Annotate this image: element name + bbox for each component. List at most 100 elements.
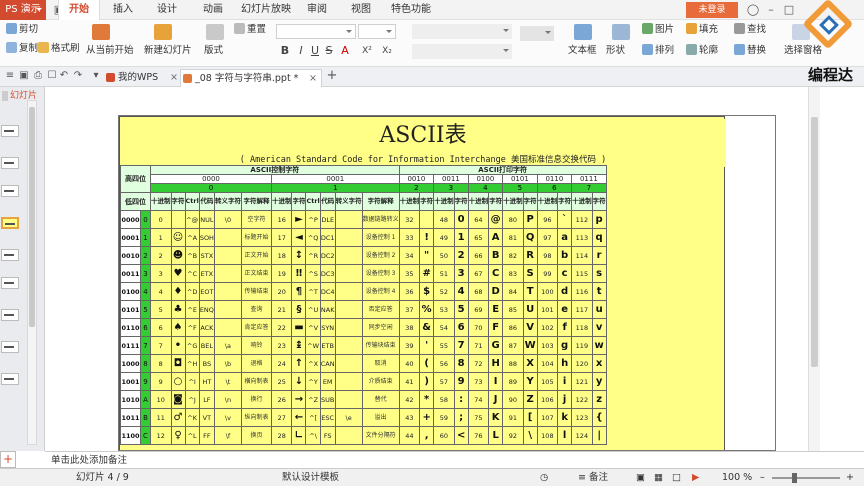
- replace-button[interactable]: 替换: [734, 44, 766, 58]
- value-cell: STX: [198, 246, 215, 265]
- textbox-button[interactable]: 文本框: [568, 44, 597, 58]
- scrollbar-thumb[interactable]: [811, 117, 818, 367]
- tab-document[interactable]: _08 字符与字符串.ppt * ×: [180, 69, 322, 87]
- slide-thumbnail-1[interactable]: [1, 125, 19, 137]
- bold-button[interactable]: B: [278, 44, 292, 58]
- zoom-slider[interactable]: [772, 477, 840, 479]
- layout-button[interactable]: 版式: [204, 44, 223, 58]
- high-bits-header: 0100: [467, 174, 504, 184]
- zoom-slider-knob[interactable]: [792, 473, 797, 483]
- preview-icon[interactable]: ☐: [46, 70, 58, 82]
- superscript-button[interactable]: X²: [358, 44, 376, 58]
- reset-button[interactable]: 重置: [234, 23, 266, 37]
- textbox-icon[interactable]: [574, 24, 592, 40]
- maximize-icon[interactable]: □: [782, 3, 796, 17]
- tab-slideshow[interactable]: 幻灯片放映: [236, 0, 296, 20]
- new-slide-icon[interactable]: [154, 24, 172, 40]
- low-index-cell: 0: [140, 210, 151, 229]
- tab-view[interactable]: 视图: [346, 0, 376, 20]
- slide-thumbnail-8[interactable]: [1, 341, 19, 353]
- column-header: 代码: [198, 192, 215, 211]
- value-cell: 响铃: [240, 336, 272, 355]
- decimal-cell: 121: [571, 372, 593, 391]
- app-menu-button[interactable]: PS 演示: [0, 0, 46, 20]
- undo-icon[interactable]: ↶: [58, 70, 70, 82]
- picture-button[interactable]: 图片: [642, 23, 674, 37]
- add-slide-button[interactable]: +: [0, 451, 16, 468]
- slide-thumbnail-6[interactable]: [1, 277, 19, 289]
- vertical-scrollbar[interactable]: [808, 87, 820, 451]
- notes-toggle[interactable]: ≡ 备注: [578, 472, 608, 484]
- underline-button[interactable]: U: [308, 44, 322, 58]
- paragraph-tools[interactable]: [412, 24, 512, 39]
- shape-icon[interactable]: [612, 24, 630, 40]
- notes-pane[interactable]: 单击此处添加备注: [45, 451, 864, 468]
- char-cell: ¶: [291, 282, 307, 301]
- char-cell: [170, 210, 186, 229]
- from-current-button[interactable]: 从当前开始: [86, 44, 134, 58]
- reading-view-icon[interactable]: □: [672, 472, 681, 484]
- minimize-icon[interactable]: –: [764, 3, 778, 17]
- outline-tab-icon[interactable]: [2, 91, 8, 101]
- arrange-button[interactable]: 排列: [642, 44, 674, 58]
- print-icon[interactable]: ⎙: [32, 70, 44, 82]
- find-button[interactable]: 查找: [734, 23, 766, 37]
- chevron-down-icon[interactable]: ▾: [90, 70, 102, 82]
- decimal-cell: 107: [536, 408, 559, 427]
- slide-thumbnail-7[interactable]: [1, 309, 19, 321]
- thumbnail-scrollbar[interactable]: [27, 100, 37, 445]
- slide-thumbnail-3[interactable]: [1, 185, 19, 197]
- font-family-select[interactable]: [276, 24, 356, 39]
- value-cell: 换页: [240, 426, 272, 445]
- play-icon[interactable]: [92, 24, 110, 40]
- format-painter-button[interactable]: 格式刷: [38, 42, 80, 56]
- fill-button[interactable]: 填充: [686, 23, 718, 37]
- tab-home[interactable]: 开始: [58, 0, 100, 20]
- history-icon[interactable]: ◷: [540, 472, 548, 484]
- scrollbar-thumb[interactable]: [29, 107, 35, 327]
- redo-icon[interactable]: ↷: [72, 70, 84, 82]
- close-icon[interactable]: ×: [309, 70, 317, 88]
- outline-button[interactable]: 轮廓: [686, 44, 718, 58]
- slide-thumbnail-9[interactable]: [1, 373, 19, 385]
- tab-features[interactable]: 特色功能: [388, 0, 434, 20]
- slide-thumbnail-2[interactable]: [1, 157, 19, 169]
- font-color-button[interactable]: A: [338, 44, 352, 58]
- strikethrough-button[interactable]: S: [322, 44, 336, 58]
- save-quick-icon[interactable]: ▣: [18, 70, 30, 82]
- font-size-select[interactable]: [358, 24, 396, 39]
- tab-animation[interactable]: 动画: [196, 0, 230, 20]
- slide[interactable]: ASCII表 ( American Standard Code for Info…: [118, 115, 776, 451]
- new-slide-button[interactable]: 新建幻灯片: [144, 44, 192, 58]
- tab-review[interactable]: 审阅: [302, 0, 332, 20]
- shape-button[interactable]: 形状: [606, 44, 625, 58]
- alignment-tools[interactable]: [412, 44, 512, 59]
- new-tab-button[interactable]: +: [326, 69, 338, 82]
- tab-insert[interactable]: 插入: [106, 0, 140, 20]
- zoom-out-icon[interactable]: –: [760, 472, 765, 484]
- slide-thumbnail-5[interactable]: [1, 249, 19, 261]
- sorter-view-icon[interactable]: ▦: [654, 472, 663, 484]
- notes-placeholder[interactable]: 单击此处添加备注: [51, 454, 127, 467]
- close-icon[interactable]: ×: [170, 69, 178, 87]
- value-cell: ^G: [184, 336, 200, 355]
- normal-view-icon[interactable]: ▣: [636, 472, 645, 484]
- cut-button[interactable]: 剪切: [6, 23, 38, 37]
- slideshow-icon[interactable]: ▶: [692, 472, 699, 484]
- skin-icon[interactable]: ◯: [746, 3, 760, 17]
- slide-thumbnail-4[interactable]: [1, 217, 19, 229]
- char-cell: J: [488, 390, 504, 409]
- italic-button[interactable]: I: [294, 44, 308, 58]
- copy-button[interactable]: 复制: [6, 42, 38, 56]
- zoom-in-icon[interactable]: +: [846, 472, 854, 484]
- value-cell: [213, 246, 242, 265]
- text-direction-tools[interactable]: [520, 26, 554, 41]
- subscript-button[interactable]: X₂: [378, 44, 396, 58]
- tab-my-wps[interactable]: 我的WPS ×: [104, 69, 180, 87]
- layout-icon[interactable]: [206, 24, 224, 40]
- high-index-header: 4: [467, 183, 504, 193]
- menu-icon[interactable]: ≡: [4, 70, 16, 82]
- tab-design[interactable]: 设计: [150, 0, 184, 20]
- select-pane-button[interactable]: 选择窗格: [784, 44, 822, 58]
- login-button[interactable]: 未登录: [686, 2, 738, 18]
